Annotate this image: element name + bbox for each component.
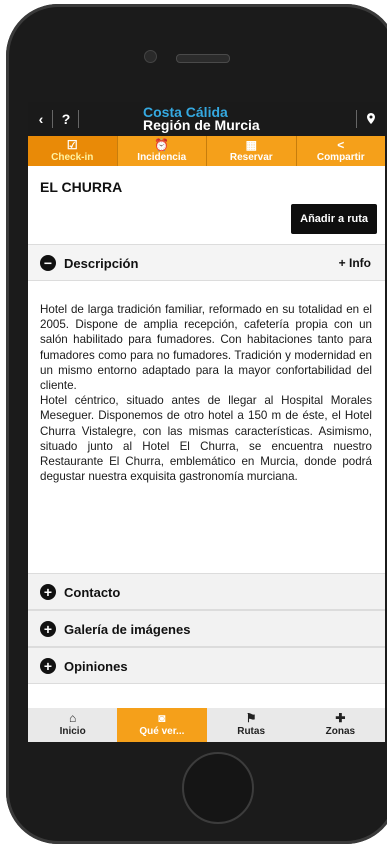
compartir-label: Compartir <box>316 152 365 163</box>
compartir-action[interactable]: < Compartir <box>297 136 386 166</box>
checkin-action[interactable]: ☑ Check-in <box>28 136 118 166</box>
bottom-nav: ⌂ Inicio ◙ Qué ver... ⚑ Rutas ✚ Zonas <box>28 708 385 742</box>
description-label: Descripción <box>64 256 139 271</box>
section-galeria[interactable]: + Galería de imágenes <box>28 610 385 647</box>
header-divider <box>78 110 79 128</box>
share-icon: < <box>337 138 345 152</box>
section-opiniones[interactable]: + Opiniones <box>28 647 385 684</box>
route-icon: ⚑ <box>245 711 257 725</box>
calendar-icon: ▦ <box>245 138 257 152</box>
section-label: Opiniones <box>64 659 128 674</box>
phone-top-bezel <box>6 4 387 106</box>
reservar-action[interactable]: ▦ Reservar <box>207 136 297 166</box>
home-button[interactable] <box>182 752 254 824</box>
location-button[interactable] <box>360 102 382 136</box>
section-label: Contacto <box>64 585 121 600</box>
camera-icon: ◙ <box>158 711 166 725</box>
nav-label: Inicio <box>59 726 86 737</box>
back-button[interactable]: ‹ <box>30 102 52 136</box>
nav-zonas[interactable]: ✚ Zonas <box>296 708 385 742</box>
location-pin-icon <box>367 113 375 124</box>
incidencia-label: Incidencia <box>137 152 187 163</box>
header-divider <box>356 110 357 128</box>
nav-rutas[interactable]: ⚑ Rutas <box>207 708 296 742</box>
nav-inicio[interactable]: ⌂ Inicio <box>28 708 117 742</box>
nav-label: Rutas <box>237 726 266 737</box>
app-screen: ‹ ? Costa Cálida Región de Murcia ☑ Chec… <box>28 102 385 742</box>
home-icon: ⌂ <box>69 711 77 725</box>
front-camera <box>144 50 157 63</box>
description-paragraph: Hotel céntrico, situado antes de llegar … <box>40 394 372 484</box>
zones-icon: ✚ <box>335 711 346 725</box>
nav-que-ver[interactable]: ◙ Qué ver... <box>117 708 207 742</box>
alarm-icon: ⏰ <box>154 138 170 152</box>
minus-circle-icon: − <box>40 255 56 271</box>
section-contacto[interactable]: + Contacto <box>28 573 385 610</box>
app-header: ‹ ? Costa Cálida Región de Murcia <box>28 102 385 136</box>
checkbox-icon: ☑ <box>66 138 78 152</box>
action-bar: ☑ Check-in ⏰ Incidencia ▦ Reservar < Com… <box>28 136 385 166</box>
chevron-left-icon: ‹ <box>38 111 44 127</box>
plus-circle-icon: + <box>40 584 56 600</box>
header-divider <box>52 110 53 128</box>
add-route-button[interactable]: Añadir a ruta <box>291 204 377 234</box>
page-title: EL CHURRA <box>40 179 123 195</box>
reservar-label: Reservar <box>229 152 273 163</box>
earpiece-speaker <box>176 54 230 63</box>
brand-title: Costa Cálida Región de Murcia <box>143 105 260 133</box>
plus-circle-icon: + <box>40 621 56 637</box>
more-info-link[interactable]: + Info <box>339 256 371 270</box>
brand-line-2: Región de Murcia <box>143 117 260 133</box>
description-paragraph: Hotel de larga tradición familiar, refor… <box>40 303 372 393</box>
help-button[interactable]: ? <box>55 102 77 136</box>
nav-label: Qué ver... <box>139 726 185 737</box>
description-text: Hotel de larga tradición familiar, refor… <box>40 302 372 484</box>
nav-label: Zonas <box>325 726 356 737</box>
plus-circle-icon: + <box>40 658 56 674</box>
checkin-label: Check-in <box>51 152 94 163</box>
description-header[interactable]: − Descripción + Info <box>28 244 385 281</box>
section-label: Galería de imágenes <box>64 622 191 637</box>
incidencia-action[interactable]: ⏰ Incidencia <box>118 136 207 166</box>
